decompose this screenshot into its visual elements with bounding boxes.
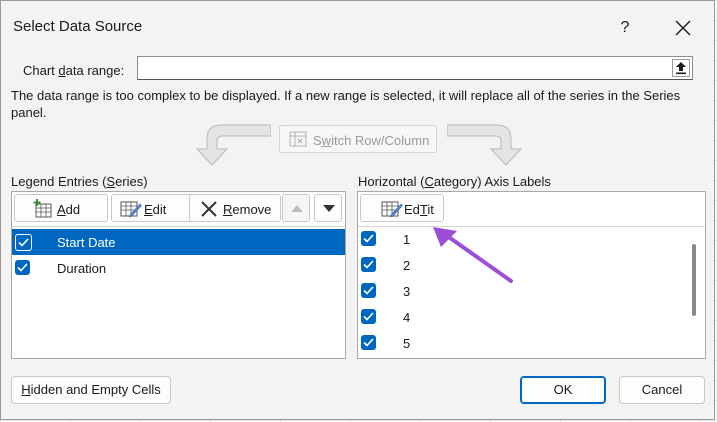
checkbox-checked-icon[interactable]: [361, 335, 376, 350]
edit-label: EdTit: [404, 202, 434, 217]
remove-series-button[interactable]: Remove: [189, 194, 281, 222]
switch-row-column-button[interactable]: Switch Row/Column: [279, 125, 437, 153]
move-up-icon: [291, 205, 303, 212]
move-down-icon: [323, 205, 335, 212]
axis-label-text: 4: [403, 310, 411, 325]
move-up-button[interactable]: [282, 194, 310, 222]
select-data-source-dialog: Select Data Source ? Chart data range: T…: [0, 0, 715, 420]
annotation-arrow-icon: [433, 227, 513, 283]
chart-data-range-label: Chart data range:: [23, 63, 125, 78]
remove-label: Remove: [223, 202, 272, 217]
switch-row-column-icon: [289, 131, 307, 147]
axis-scrollbar-thumb[interactable]: [692, 244, 696, 316]
checkbox-checked-icon[interactable]: [15, 260, 30, 275]
axis-labels-panel: EdTit 1 2 3 4 5: [357, 191, 706, 359]
edit-axis-labels-button[interactable]: EdTit: [360, 194, 444, 222]
edit-icon: [381, 201, 403, 218]
edit-label: Edit: [144, 202, 167, 217]
legend-entries-label: Legend Entries (Series): [11, 174, 148, 189]
axis-toolbar: EdTit: [358, 192, 705, 227]
edit-series-button[interactable]: Edit: [111, 194, 195, 222]
cancel-button[interactable]: Cancel: [619, 376, 705, 404]
axis-label-item[interactable]: 3: [358, 278, 705, 304]
checkbox-checked-icon[interactable]: [361, 283, 376, 298]
help-button[interactable]: ?: [605, 13, 645, 43]
checkbox-checked-icon[interactable]: [361, 231, 376, 246]
curved-arrow-left-icon: [195, 124, 271, 166]
collapse-range-button[interactable]: [672, 59, 690, 77]
axis-label-text: 5: [403, 336, 411, 351]
dialog-title: Select Data Source: [13, 18, 143, 35]
switch-row-column-label: Switch Row/Column: [313, 133, 430, 148]
hidden-empty-cells-button[interactable]: Hidden and Empty Cells: [11, 376, 171, 404]
checkbox-checked-icon[interactable]: [15, 234, 32, 251]
axis-labels-label: Horizontal (Category) Axis Labels: [358, 174, 551, 189]
curved-arrow-right-icon: [447, 124, 523, 166]
add-series-button[interactable]: Add: [14, 194, 108, 222]
legend-toolbar: Add Edit Remove: [12, 192, 345, 227]
remove-icon: [201, 201, 217, 217]
add-label: Add: [57, 202, 81, 217]
close-icon: [675, 20, 691, 36]
axis-label-text: 1: [403, 232, 411, 247]
collapse-range-icon: [672, 59, 690, 77]
axis-label-item[interactable]: 4: [358, 304, 705, 330]
edit-icon: [120, 201, 142, 218]
axis-label-item[interactable]: 1: [358, 226, 705, 252]
legend-item-start-date[interactable]: Start Date: [12, 229, 345, 255]
legend-entries-panel: Add Edit Remove Start Date Duration: [11, 191, 346, 359]
move-down-button[interactable]: [314, 194, 342, 222]
add-icon: [33, 199, 52, 218]
close-button[interactable]: [661, 13, 705, 43]
axis-label-text: 3: [403, 284, 411, 299]
axis-label-item[interactable]: 5: [358, 330, 705, 356]
range-too-complex-message: The data range is too complex to be disp…: [11, 88, 681, 120]
checkbox-checked-icon[interactable]: [361, 309, 376, 324]
title-bar: Select Data Source ?: [1, 1, 714, 49]
chart-data-range-input[interactable]: [137, 56, 693, 80]
legend-item-label: Duration: [57, 261, 107, 276]
ok-button[interactable]: OK: [520, 376, 606, 404]
axis-label-text: 2: [403, 258, 411, 273]
legend-item-label: Start Date: [57, 235, 116, 250]
legend-item-duration[interactable]: Duration: [12, 255, 345, 281]
axis-label-item[interactable]: 2: [358, 252, 705, 278]
checkbox-checked-icon[interactable]: [361, 257, 376, 272]
